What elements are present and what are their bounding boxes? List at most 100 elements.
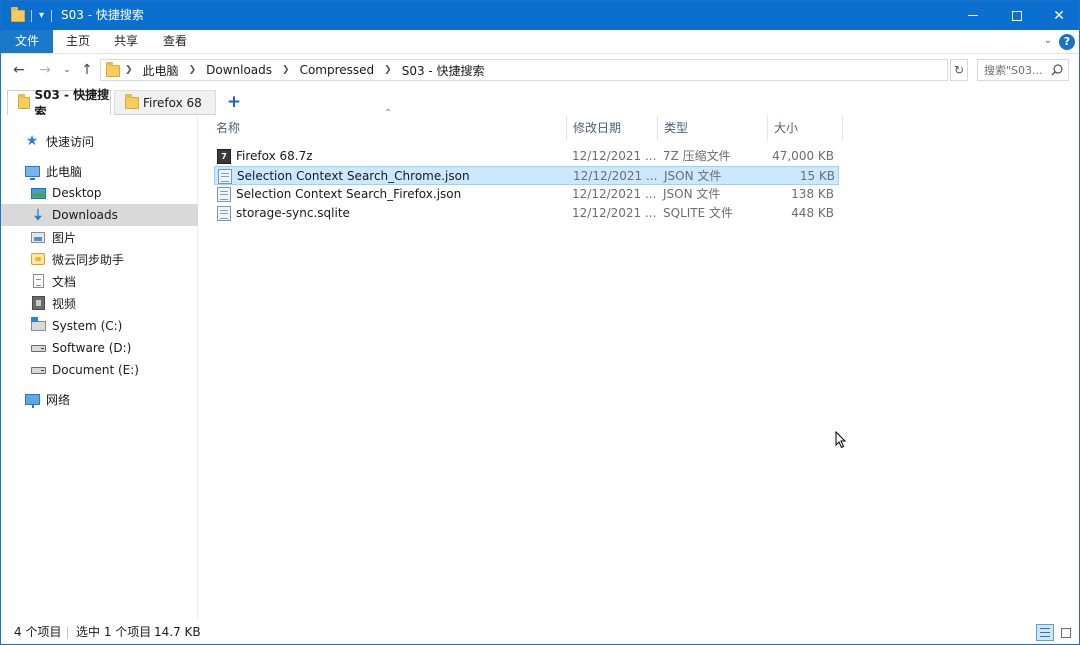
tab-home[interactable]: 主页	[59, 30, 97, 53]
drive-icon	[30, 344, 46, 352]
dropdown-icon: ▾	[39, 10, 45, 21]
file-date: 12/12/2021 ...	[573, 169, 658, 183]
arrow-right-icon: →	[39, 62, 51, 78]
sidebar-item-documents[interactable]: 文档	[1, 270, 198, 292]
folder-tab-firefox-68[interactable]: Firefox 68	[114, 90, 216, 115]
7z-archive-icon: 7	[217, 149, 231, 164]
file-type: JSON 文件	[663, 187, 721, 201]
quick-access-toolbar	[11, 1, 25, 30]
column-header-name[interactable]: 名称	[201, 115, 566, 141]
status-selection: 选中 1 个项目	[76, 625, 152, 639]
sidebar-item-videos[interactable]: 视频	[1, 292, 198, 314]
column-header-date[interactable]: 修改日期	[566, 115, 657, 141]
chevron-down-icon: ⌄	[1043, 35, 1053, 46]
window-title: S03 - 快捷搜索	[61, 8, 144, 22]
sidebar-item-downloads[interactable]: 🠣 Downloads	[1, 204, 198, 226]
refresh-icon: ↻	[953, 63, 965, 77]
status-item-count: 4 个项目	[14, 625, 62, 639]
sidebar-item-label: 此电脑	[46, 164, 83, 179]
file-size: 448 KB	[791, 206, 834, 220]
sidebar-item-label: System (C:)	[52, 319, 123, 333]
status-divider	[67, 627, 68, 639]
up-button[interactable]: ↑	[77, 60, 97, 80]
recent-locations-button[interactable]: ⌄	[59, 60, 75, 80]
breadcrumb-item-downloads[interactable]: Downloads	[206, 63, 272, 77]
address-bar[interactable]: ❯ 此电脑 ❯ Downloads ❯ Compressed ❯ S03 - 快…	[100, 59, 1043, 81]
sidebar-item-network[interactable]: 网络	[1, 388, 198, 410]
breadcrumb-item-this-pc[interactable]: 此电脑	[143, 62, 179, 79]
minimize-icon	[968, 15, 978, 16]
breadcrumb-item-current[interactable]: S03 - 快捷搜索	[402, 62, 485, 79]
toolbar-separator	[31, 1, 32, 30]
sidebar-item-desktop[interactable]: Desktop	[1, 182, 198, 204]
file-row[interactable]: storage-sync.sqlite 12/12/2021 ... SQLIT…	[214, 204, 839, 223]
title-bar: ▾ S03 - 快捷搜索 ✕	[1, 1, 1079, 30]
sidebar-item-label: Downloads	[52, 208, 118, 222]
tab-file[interactable]: 文件	[1, 30, 53, 53]
sidebar-item-software-d[interactable]: Software (D:)	[1, 337, 198, 359]
mouse-cursor-icon	[835, 431, 847, 449]
videos-icon	[31, 296, 45, 310]
file-row[interactable]: 7 Firefox 68.7z 12/12/2021 ... 7Z 压缩文件 4…	[214, 147, 839, 166]
sidebar-item-label: 快速访问	[46, 134, 95, 149]
tab-view[interactable]: 查看	[156, 30, 194, 53]
pictures-icon	[31, 231, 45, 243]
ribbon-tabs: 文件 主页 共享 查看 ⌄ ?	[1, 30, 1079, 54]
folder-tab-label: Firefox 68	[143, 95, 202, 110]
sidebar-item-quick-access[interactable]: ★ 快速访问	[1, 130, 198, 152]
refresh-button[interactable]: ↻	[950, 59, 968, 81]
file-type: JSON 文件	[664, 169, 722, 183]
sidebar-item-label: Software (D:)	[52, 341, 132, 355]
chevron-right-icon[interactable]: ❯	[282, 65, 290, 75]
folder-icon	[11, 6, 25, 22]
close-button[interactable]: ✕	[1037, 1, 1080, 30]
maximize-button[interactable]	[995, 1, 1039, 30]
file-date: 12/12/2021 ...	[572, 187, 657, 201]
file-type: SQLITE 文件	[663, 206, 734, 220]
arrow-up-icon: ↑	[81, 62, 93, 78]
column-header-type[interactable]: 类型	[657, 115, 767, 141]
new-tab-button[interactable]: +	[225, 93, 243, 111]
desktop-icon	[30, 187, 46, 199]
file-name: Selection Context Search_Firefox.json	[236, 187, 462, 201]
help-button[interactable]: ?	[1059, 34, 1075, 50]
this-pc-icon	[24, 165, 40, 180]
customize-quick-access-button[interactable]: ▾	[39, 1, 44, 30]
sidebar-item-cloud-sync[interactable]: 微云同步助手	[1, 248, 198, 270]
column-header-size[interactable]: 大小	[767, 115, 842, 141]
sidebar-item-pictures[interactable]: 图片	[1, 226, 198, 248]
navigation-pane: ★ 快速访问 此电脑 Desktop 🠣 Downloads 图片 微云同步助手…	[1, 115, 198, 619]
sidebar-item-this-pc[interactable]: 此电脑	[1, 160, 198, 182]
expand-ribbon-button[interactable]: ⌄	[1041, 34, 1055, 48]
sidebar-item-system-c[interactable]: System (C:)	[1, 315, 198, 337]
details-view-button[interactable]	[1036, 624, 1054, 641]
back-button[interactable]: ←	[9, 60, 29, 80]
large-icons-view-button[interactable]	[1057, 624, 1075, 641]
toolbar-separator	[51, 1, 52, 30]
chevron-down-icon: ⌄	[63, 65, 71, 75]
file-name: Selection Context Search_Chrome.json	[237, 169, 470, 183]
file-type: 7Z 压缩文件	[663, 149, 731, 163]
sidebar-item-document-e[interactable]: Document (E:)	[1, 359, 198, 381]
sidebar-item-label: Desktop	[52, 186, 102, 200]
tab-share[interactable]: 共享	[107, 30, 145, 53]
file-row[interactable]: Selection Context Search_Chrome.json 12/…	[214, 166, 839, 185]
breadcrumb-item-compressed[interactable]: Compressed	[300, 63, 375, 77]
search-input[interactable]	[984, 63, 1046, 77]
chevron-right-icon[interactable]: ❯	[125, 65, 133, 75]
minimize-button[interactable]	[951, 1, 995, 30]
folder-tab-s03[interactable]: S03 - 快捷搜索	[7, 88, 111, 119]
json-file-icon	[217, 187, 231, 202]
chevron-right-icon[interactable]: ❯	[384, 65, 392, 75]
folder-icon	[106, 62, 120, 77]
search-box[interactable]	[977, 59, 1069, 81]
json-file-icon	[218, 169, 232, 184]
search-icon[interactable]	[1050, 63, 1064, 77]
forward-button[interactable]: →	[35, 60, 55, 80]
address-row: ← → ⌄ ↑ ❯ 此电脑 ❯ Downloads ❯ Compressed ❯…	[1, 54, 1079, 86]
drive-icon	[30, 366, 46, 374]
breadcrumb: ❯ 此电脑 ❯ Downloads ❯ Compressed ❯ S03 - 快…	[125, 60, 485, 80]
chevron-right-icon[interactable]: ❯	[189, 65, 197, 75]
file-row[interactable]: Selection Context Search_Firefox.json 12…	[214, 185, 839, 204]
star-icon: ★	[25, 133, 39, 149]
